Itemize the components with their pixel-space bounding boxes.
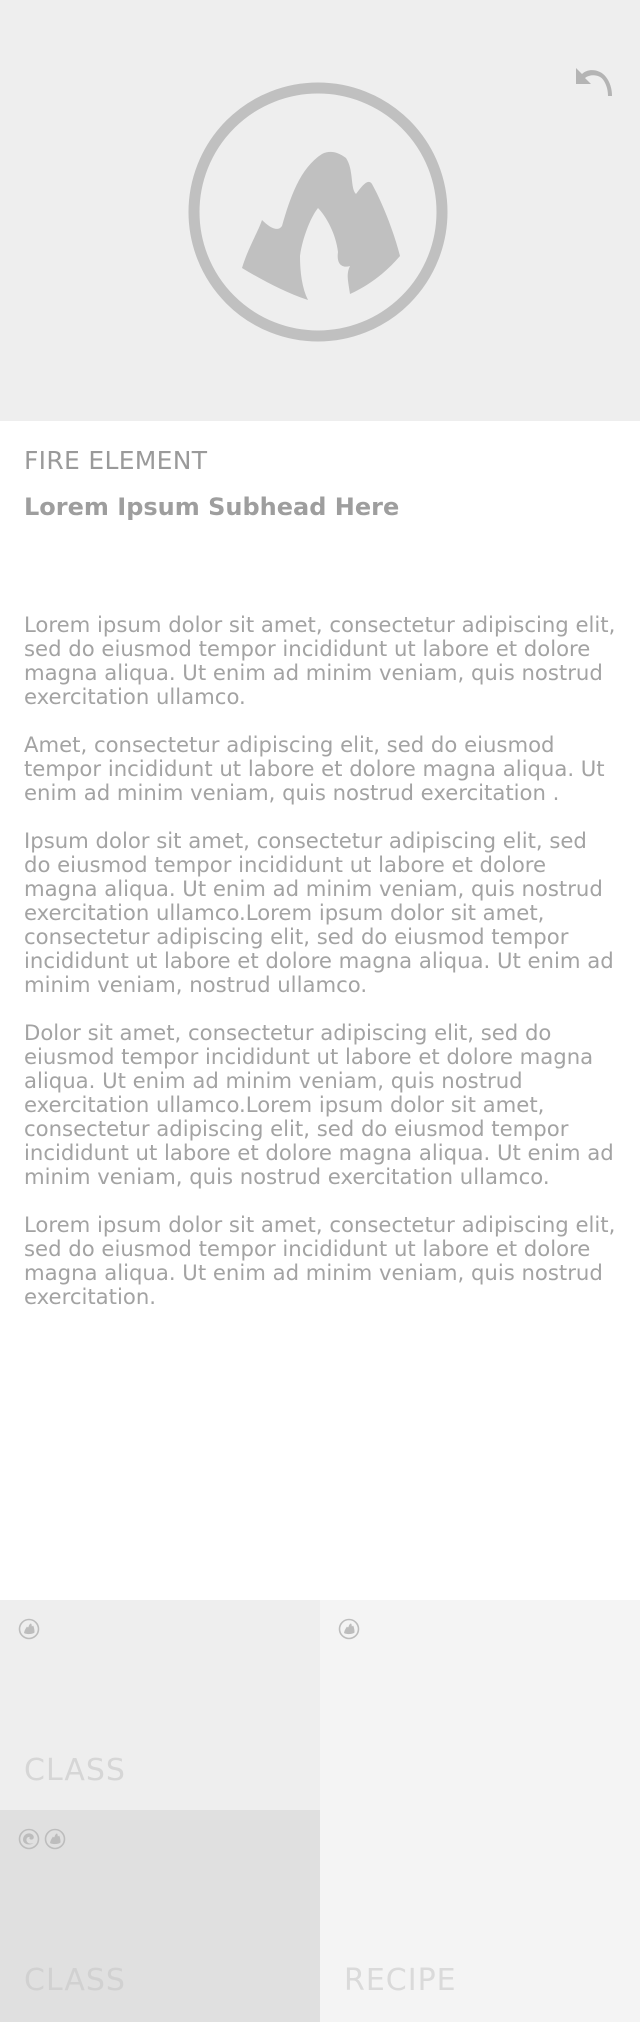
body-paragraph: Lorem ipsum dolor sit amet, consectetur … xyxy=(24,1212,616,1309)
class-tile[interactable]: CLASS xyxy=(0,1600,320,1810)
tile-label: CLASS xyxy=(24,1963,126,1998)
article-body: Lorem ipsum dolor sit amet, consectetur … xyxy=(24,613,616,1309)
tile-icons xyxy=(338,1618,360,1640)
body-paragraph: Dolor sit amet, consectetur adipiscing e… xyxy=(24,1020,614,1189)
page-subhead: Lorem Ipsum Subhead Here xyxy=(24,493,400,521)
body-paragraph: Amet, consectetur adipiscing elit, sed d… xyxy=(24,732,605,805)
body-paragraph: Lorem ipsum dolor sit amet, consectetur … xyxy=(24,612,616,709)
back-button[interactable] xyxy=(568,62,616,102)
page-title: FIRE ELEMENT xyxy=(24,446,208,475)
tile-label: CLASS xyxy=(24,1753,126,1788)
fire-element-icon xyxy=(188,82,448,342)
body-paragraph: Ipsum dolor sit amet, consectetur adipis… xyxy=(24,828,614,997)
fire-element-icon xyxy=(44,1828,66,1850)
tile-icons xyxy=(18,1828,66,1850)
tile-label: RECIPE xyxy=(344,1963,457,1998)
fire-element-icon xyxy=(18,1618,40,1640)
hero-banner xyxy=(0,0,640,421)
water-element-icon xyxy=(18,1828,40,1850)
article-content: FIRE ELEMENT Lorem Ipsum Subhead Here Lo… xyxy=(24,421,616,1333)
fire-element-icon xyxy=(338,1618,360,1640)
recipe-tile[interactable]: RECIPE xyxy=(320,1600,640,2022)
class-tile[interactable]: CLASS xyxy=(0,1810,320,2022)
tile-icons xyxy=(18,1618,40,1640)
